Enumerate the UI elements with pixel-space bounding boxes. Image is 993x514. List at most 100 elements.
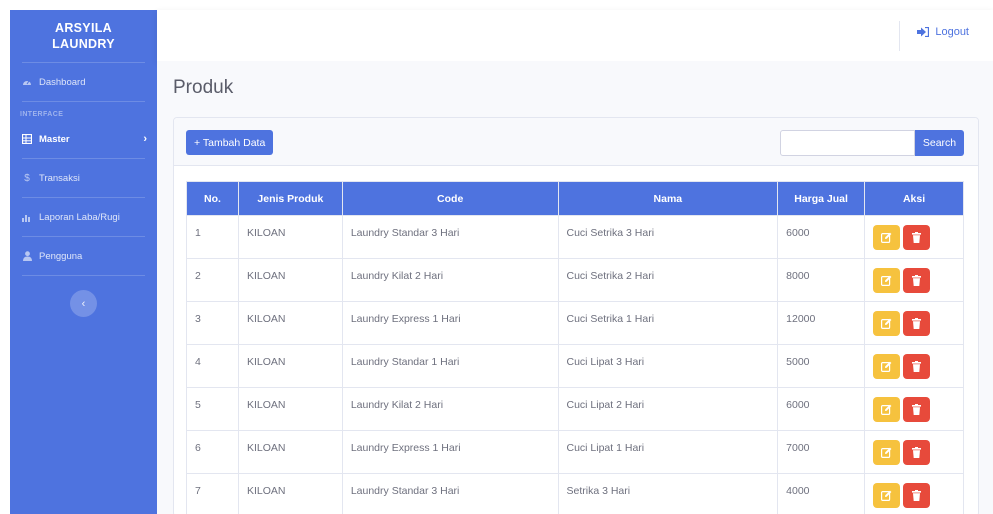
product-table: No. Jenis Produk Code Nama Harga Jual Ak…: [186, 181, 964, 514]
logout-label: Logout: [935, 26, 969, 38]
sidebar-item-pengguna[interactable]: Pengguna: [10, 237, 157, 275]
cell-jenis-produk: KILOAN: [237, 301, 343, 345]
cell-harga-jual: 5000: [777, 344, 866, 388]
delete-button[interactable]: [903, 440, 931, 465]
delete-button[interactable]: [903, 483, 931, 508]
logout-button[interactable]: Logout: [917, 26, 969, 38]
cell-no: 7: [186, 473, 239, 514]
edit-button[interactable]: [873, 268, 901, 293]
edit-icon: [881, 490, 892, 501]
edit-icon: [881, 404, 892, 415]
trash-icon: [912, 275, 922, 286]
table-header-row: No. Jenis Produk Code Nama Harga Jual Ak…: [186, 181, 964, 216]
trash-icon: [912, 232, 922, 243]
cell-nama: Cuci Setrika 1 Hari: [557, 301, 779, 345]
table-row: 4 KILOAN Laundry Standar 1 Hari Cuci Lipat …: [186, 344, 964, 388]
edit-icon: [881, 361, 892, 372]
cell-nama: Cuci Setrika 3 Hari: [557, 215, 779, 259]
edit-icon: [881, 232, 892, 243]
brand-name-line1: ARSYILA: [55, 21, 112, 35]
cell-no: 1: [186, 215, 239, 259]
chevron-right-icon: ›: [143, 133, 147, 145]
cell-nama: Cuci Lipat 3 Hari: [557, 344, 779, 388]
sidebar-item-dashboard[interactable]: Dashboard: [10, 63, 157, 101]
chart-bar-icon: [20, 213, 34, 222]
edit-button[interactable]: [873, 354, 901, 379]
cell-aksi: [864, 344, 964, 388]
cell-no: 2: [186, 258, 239, 302]
table-row: 2 KILOAN Laundry Kilat 2 Hari Cuci Setrika …: [186, 258, 964, 302]
table-row: 1 KILOAN Laundry Standar 3 Hari Cuci Setrik…: [186, 215, 964, 259]
sidebar-item-transaksi[interactable]: $ Transaksi: [10, 159, 157, 197]
cell-harga-jual: 6000: [777, 215, 866, 259]
cell-no: 5: [186, 387, 239, 431]
cell-code: Laundry Kilat 2 Hari: [341, 258, 559, 302]
cell-nama: Cuci Lipat 1 Hari: [557, 430, 779, 474]
column-header-harga-jual: Harga Jual: [777, 181, 866, 216]
sidebar-toggle-button[interactable]: ‹: [70, 290, 97, 317]
sidebar-item-label: Master: [39, 133, 70, 145]
add-data-button[interactable]: + Tambah Data: [186, 130, 274, 155]
cell-jenis-produk: KILOAN: [237, 387, 343, 431]
trash-icon: [912, 490, 922, 501]
edit-icon: [881, 275, 892, 286]
cell-jenis-produk: KILOAN: [237, 473, 343, 514]
edit-button[interactable]: [873, 225, 901, 250]
card-header: + Tambah Data Search: [174, 118, 978, 166]
cell-harga-jual: 7000: [777, 430, 866, 474]
sidebar-item-master[interactable]: Master ›: [10, 120, 157, 158]
delete-button[interactable]: [903, 268, 931, 293]
cell-code: Laundry Kilat 2 Hari: [341, 387, 559, 431]
search-input[interactable]: [780, 130, 915, 156]
user-icon: [20, 251, 34, 261]
cell-aksi: [864, 430, 964, 474]
delete-button[interactable]: [903, 225, 931, 250]
column-header-aksi: Aksi: [864, 181, 964, 216]
table-row: 6 KILOAN Laundry Express 1 Hari Cuci Lipat …: [186, 430, 964, 474]
page-title: Produk: [173, 77, 234, 98]
column-header-jenis-produk: Jenis Produk: [237, 181, 343, 216]
cell-aksi: [864, 387, 964, 431]
search-button[interactable]: Search: [915, 130, 964, 156]
cell-code: Laundry Standar 3 Hari: [341, 473, 559, 514]
trash-icon: [912, 318, 922, 329]
cell-jenis-produk: KILOAN: [237, 215, 343, 259]
trash-icon: [912, 361, 922, 372]
cell-harga-jual: 12000: [777, 301, 866, 345]
sidebar: ARSYILA LAUNDRY Dashboard INTERFACE Mast…: [10, 10, 157, 514]
cell-aksi: [864, 473, 964, 514]
sidebar-item-label: Pengguna: [39, 250, 83, 262]
edit-button[interactable]: [873, 440, 901, 465]
delete-button[interactable]: [903, 397, 931, 422]
sign-out-icon: [917, 27, 930, 37]
product-card: + Tambah Data Search No. Jenis Produk Co…: [173, 117, 979, 514]
edit-icon: [881, 447, 892, 458]
cell-nama: Setrika 3 Hari: [557, 473, 779, 514]
table-row: 5 KILOAN Laundry Kilat 2 Hari Cuci Lipat 2 …: [186, 387, 964, 431]
sidebar-item-laporan[interactable]: Laporan Laba/Rugi: [10, 198, 157, 236]
cell-jenis-produk: KILOAN: [237, 344, 343, 388]
sidebar-divider: [22, 275, 145, 276]
column-header-code: Code: [341, 181, 559, 216]
cell-jenis-produk: KILOAN: [237, 430, 343, 474]
edit-icon: [881, 318, 892, 329]
sidebar-item-label: Dashboard: [39, 76, 86, 88]
table-row: 7 KILOAN Laundry Standar 3 Hari Setrika 3 H…: [186, 473, 964, 514]
cell-code: Laundry Express 1 Hari: [341, 301, 559, 345]
brand-logo[interactable]: ARSYILA LAUNDRY: [10, 10, 157, 62]
delete-button[interactable]: [903, 311, 931, 336]
column-header-nama: Nama: [557, 181, 779, 216]
cell-code: Laundry Express 1 Hari: [341, 430, 559, 474]
cell-harga-jual: 8000: [777, 258, 866, 302]
cell-nama: Cuci Setrika 2 Hari: [557, 258, 779, 302]
edit-button[interactable]: [873, 483, 901, 508]
table-row: 3 KILOAN Laundry Express 1 Hari Cuci Setrik…: [186, 301, 964, 345]
delete-button[interactable]: [903, 354, 931, 379]
edit-button[interactable]: [873, 311, 901, 336]
topbar: Logout: [157, 10, 993, 61]
edit-button[interactable]: [873, 397, 901, 422]
topbar-divider: [899, 21, 900, 51]
cell-harga-jual: 4000: [777, 473, 866, 514]
main-content: Produk + Tambah Data Search No. Jenis Pr…: [157, 61, 993, 514]
trash-icon: [912, 404, 922, 415]
